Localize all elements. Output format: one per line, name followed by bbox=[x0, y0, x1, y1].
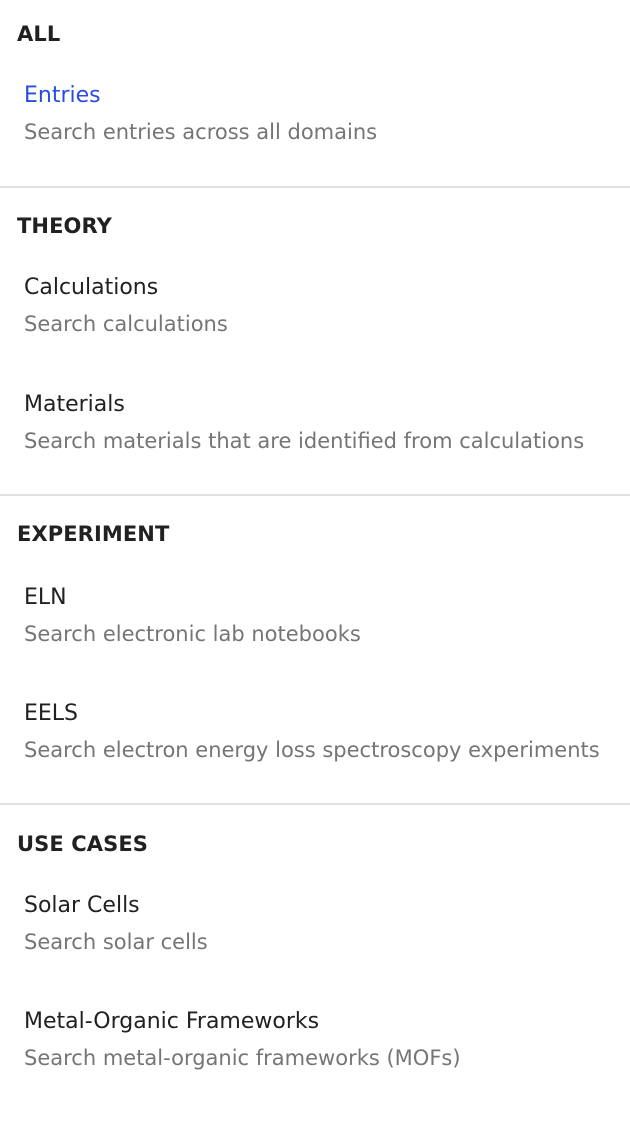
menu-item-description: Search electronic lab notebooks bbox=[24, 622, 361, 646]
section-divider bbox=[0, 186, 630, 188]
menu-item-description: Search entries across all domains bbox=[24, 120, 378, 144]
menu-item-solar-cells[interactable]: Solar Cells Search solar cells bbox=[0, 892, 630, 992]
menu-item-entries[interactable]: Entries Search entries across all domain… bbox=[0, 82, 630, 182]
menu-item-description: Search solar cells bbox=[24, 930, 208, 954]
menu-item-label: ELN bbox=[24, 585, 67, 610]
search-menu: ALL Entries Search entries across all do… bbox=[0, 0, 630, 1122]
menu-item-label: EELS bbox=[24, 701, 79, 726]
menu-item-label: Entries bbox=[24, 83, 101, 108]
section-title-theory: THEORY bbox=[17, 214, 112, 238]
section-title-all: ALL bbox=[17, 22, 61, 46]
menu-item-description: Search materials that are identified fro… bbox=[24, 429, 585, 453]
menu-item-label: Solar Cells bbox=[24, 893, 140, 918]
section-title-experiment: EXPERIMENT bbox=[17, 522, 170, 546]
menu-item-description: Search metal-organic frameworks (MOFs) bbox=[24, 1046, 461, 1070]
menu-item-description: Search electron energy loss spectroscopy… bbox=[24, 738, 600, 762]
section-divider bbox=[0, 803, 630, 805]
menu-item-metal-organic-frameworks[interactable]: Metal-Organic Frameworks Search metal-or… bbox=[0, 1008, 630, 1108]
menu-item-label: Materials bbox=[24, 392, 125, 417]
section-divider bbox=[0, 494, 630, 496]
menu-item-calculations[interactable]: Calculations Search calculations bbox=[0, 274, 630, 374]
menu-item-label: Metal-Organic Frameworks bbox=[24, 1009, 320, 1034]
menu-item-eln[interactable]: ELN Search electronic lab notebooks bbox=[0, 584, 630, 684]
menu-item-description: Search calculations bbox=[24, 312, 228, 336]
menu-item-label: Calculations bbox=[24, 275, 159, 300]
section-title-use-cases: USE CASES bbox=[17, 832, 148, 856]
menu-item-eels[interactable]: EELS Search electron energy loss spectro… bbox=[0, 700, 630, 800]
menu-item-materials[interactable]: Materials Search materials that are iden… bbox=[0, 391, 630, 491]
